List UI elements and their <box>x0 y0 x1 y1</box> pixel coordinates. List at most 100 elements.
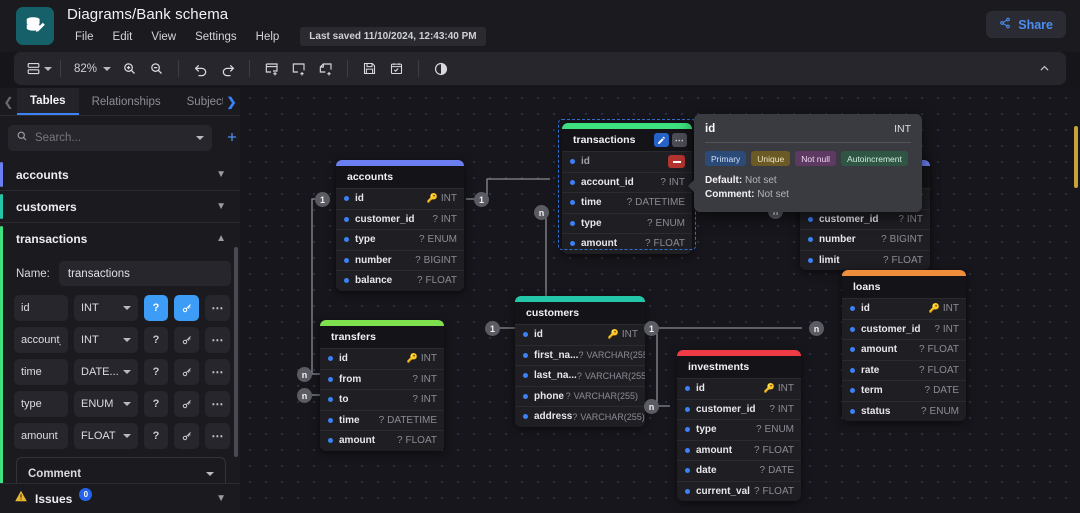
field-type-select[interactable]: FLOAT <box>74 423 138 449</box>
sidebar-table-header-transactions[interactable]: transactions ▲ <box>0 223 240 254</box>
zoom-in-button[interactable] <box>116 57 143 81</box>
redo-button[interactable] <box>214 57 241 81</box>
table-node-accounts[interactable]: accounts id🔑INT customer_id?INT type?ENU… <box>336 160 464 291</box>
field-name-input[interactable] <box>14 391 68 417</box>
add-table-button[interactable] <box>258 57 285 81</box>
field-nullable-toggle[interactable]: ? <box>144 327 169 353</box>
field-type-select[interactable]: INT <box>74 327 138 353</box>
table-node-customers[interactable]: customers id🔑INT first_na...?VARCHAR(255… <box>515 296 645 427</box>
tab-relationships[interactable]: Relationships <box>79 88 174 115</box>
save-button[interactable] <box>356 57 383 81</box>
diagram-canvas[interactable]: accounts id🔑INT customer_id?INT type?ENU… <box>240 88 1080 513</box>
chevron-down-icon[interactable] <box>196 136 204 140</box>
sidebar-table-header-accounts[interactable]: accounts ▼ <box>0 159 240 190</box>
table-node-transactions[interactable]: transactions ⋯ id account_id?INT time?DA… <box>562 123 692 254</box>
field-more-button[interactable]: ⋯ <box>205 359 230 385</box>
share-button[interactable]: Share <box>986 11 1066 38</box>
menu-item-help[interactable]: Help <box>248 29 288 45</box>
field-primary-key-toggle[interactable] <box>174 423 199 449</box>
add-subject-area-button[interactable] <box>285 57 312 81</box>
search-box[interactable] <box>8 125 212 151</box>
table-field-row[interactable]: type?ENUM <box>677 419 801 440</box>
table-field-row[interactable]: balance?FLOAT <box>336 270 464 291</box>
table-field-row[interactable]: id🔑INT <box>320 348 444 369</box>
menu-item-file[interactable]: File <box>67 29 102 45</box>
table-field-row[interactable]: time?DATETIME <box>320 410 444 431</box>
field-more-button[interactable]: ⋯ <box>205 327 230 353</box>
menu-item-edit[interactable]: Edit <box>105 29 141 45</box>
theme-toggle-button[interactable] <box>427 57 454 81</box>
table-field-row[interactable]: amount?FLOAT <box>320 430 444 451</box>
tab-tables[interactable]: Tables <box>17 88 79 115</box>
table-field-row[interactable]: id <box>562 151 692 172</box>
field-nullable-toggle[interactable]: ? <box>144 391 169 417</box>
table-field-row[interactable]: customer_id?INT <box>842 319 966 340</box>
field-name-input[interactable] <box>14 423 68 449</box>
table-field-row[interactable]: type?ENUM <box>336 229 464 250</box>
field-name-input[interactable] <box>14 359 68 385</box>
table-field-row[interactable]: amount?FLOAT <box>677 440 801 461</box>
table-field-row[interactable]: customer_id?INT <box>677 399 801 420</box>
field-nullable-toggle[interactable]: ? <box>144 295 169 321</box>
table-field-row[interactable]: number?BIGINT <box>336 250 464 271</box>
table-node-transfers[interactable]: transfers id🔑INT from?INT to?INT time?DA… <box>320 320 444 451</box>
search-input[interactable] <box>35 132 189 144</box>
table-field-row[interactable]: first_na...?VARCHAR(255) <box>515 345 645 366</box>
field-type-select[interactable]: INT <box>74 295 138 321</box>
table-field-row[interactable]: status?ENUM <box>842 401 966 422</box>
table-field-row[interactable]: amount?FLOAT <box>562 233 692 254</box>
chevron-right-icon[interactable]: ❯ <box>223 88 240 115</box>
table-field-row[interactable]: type?ENUM <box>562 213 692 234</box>
table-field-row[interactable]: id🔑INT <box>677 378 801 399</box>
table-field-row[interactable]: amount?FLOAT <box>842 339 966 360</box>
table-node-loans[interactable]: loans id🔑INT customer_id?INT amount?FLOA… <box>842 270 966 421</box>
field-name-input[interactable] <box>14 327 68 353</box>
field-type-select[interactable]: DATE... <box>74 359 138 385</box>
table-field-row[interactable]: phone?VARCHAR(255) <box>515 386 645 407</box>
field-more-button[interactable]: ⋯ <box>205 295 230 321</box>
todo-button[interactable] <box>383 57 410 81</box>
field-primary-key-toggle[interactable] <box>174 295 199 321</box>
layout-menu-button[interactable] <box>25 57 52 81</box>
field-name-input[interactable] <box>14 295 68 321</box>
add-note-button[interactable] <box>312 57 339 81</box>
chevron-left-icon[interactable]: ❮ <box>0 88 17 115</box>
menu-item-view[interactable]: View <box>143 29 184 45</box>
field-primary-key-toggle[interactable] <box>174 327 199 353</box>
field-more-button[interactable]: ⋯ <box>205 423 230 449</box>
undo-button[interactable] <box>187 57 214 81</box>
field-more-button[interactable]: ⋯ <box>205 391 230 417</box>
zoom-out-button[interactable] <box>143 57 170 81</box>
table-field-row[interactable]: last_na...?VARCHAR(255) <box>515 365 645 386</box>
field-type-select[interactable]: ENUM <box>74 391 138 417</box>
table-node-investments[interactable]: investments id🔑INT customer_id?INT type?… <box>677 350 801 501</box>
table-field-row[interactable]: id🔑INT <box>336 188 464 209</box>
ellipsis-icon[interactable]: ⋯ <box>672 133 687 147</box>
collapse-toolbar-button[interactable] <box>1032 57 1056 79</box>
field-nullable-toggle[interactable]: ? <box>144 423 169 449</box>
table-field-row[interactable]: time?DATETIME <box>562 192 692 213</box>
table-name-input[interactable] <box>59 261 231 286</box>
tab-subject-areas[interactable]: Subject ar <box>174 88 223 115</box>
remove-field-button[interactable] <box>668 155 685 168</box>
table-field-row[interactable]: term?DATE <box>842 380 966 401</box>
table-field-row[interactable]: number?BIGINT <box>800 229 930 250</box>
field-nullable-toggle[interactable]: ? <box>144 359 169 385</box>
table-field-row[interactable]: account_id?INT <box>562 172 692 193</box>
sidebar-scrollbar[interactable] <box>234 247 238 457</box>
field-primary-key-toggle[interactable] <box>174 391 199 417</box>
table-field-row[interactable]: current_val?FLOAT <box>677 481 801 502</box>
table-field-row[interactable]: date?DATE <box>677 460 801 481</box>
table-field-row[interactable]: rate?FLOAT <box>842 360 966 381</box>
zoom-level-select[interactable]: 82% <box>69 63 116 75</box>
table-field-row[interactable]: customer_id?INT <box>336 209 464 230</box>
table-field-row[interactable]: id🔑INT <box>515 324 645 345</box>
canvas-vertical-scrollbar[interactable] <box>1074 126 1078 188</box>
table-field-row[interactable]: address?VARCHAR(255) <box>515 406 645 427</box>
sidebar-table-header-customers[interactable]: customers ▼ <box>0 191 240 222</box>
table-field-row[interactable]: to?INT <box>320 389 444 410</box>
pencil-icon[interactable] <box>654 133 669 147</box>
table-field-row[interactable]: from?INT <box>320 369 444 390</box>
field-primary-key-toggle[interactable] <box>174 359 199 385</box>
menu-item-settings[interactable]: Settings <box>187 29 245 45</box>
